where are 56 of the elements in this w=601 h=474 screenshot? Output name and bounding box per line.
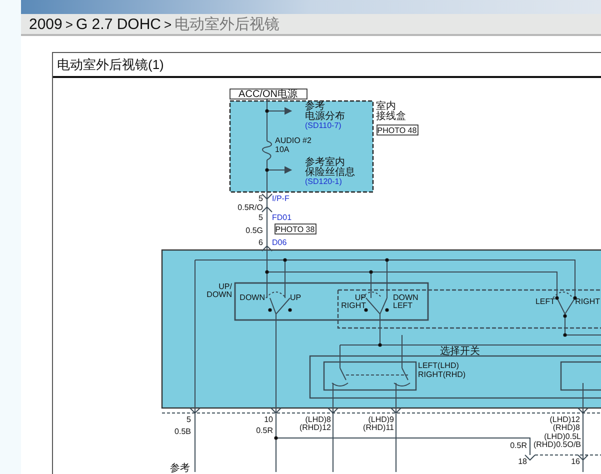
diagram-label: 电源分布 — [305, 111, 345, 122]
diagram-label: DOWN — [240, 293, 265, 302]
diagram-label: 参考 — [170, 463, 190, 474]
diagram-label: LEFT — [535, 297, 555, 306]
diagram-label: UP — [354, 293, 366, 302]
reference-link[interactable]: (SD110-7) — [305, 121, 342, 130]
diagram-label: (RHD)12 — [299, 423, 331, 432]
diagram-label: LEFT(LHD) — [418, 361, 459, 370]
diagram-label: 5 — [186, 415, 191, 424]
reference-link[interactable]: I/P-F — [272, 194, 290, 203]
diagram-label: (LHD)8 — [305, 415, 331, 424]
diagram-label: 16 — [571, 457, 580, 466]
diagram-label: 0.5G — [246, 226, 263, 235]
panel-title: 电动室外后视镜(1) — [53, 53, 601, 78]
diagram-label: 10A — [275, 145, 290, 154]
diagram-label: RIGHT — [341, 301, 366, 310]
diagram-label: 5 — [258, 213, 263, 222]
breadcrumb-item[interactable]: G 2.7 DOHC — [76, 16, 161, 32]
diagram-label: RIGHT — [575, 297, 600, 306]
diagram-label: 接线盒 — [376, 111, 406, 122]
label-box: PHOTO 48 — [376, 124, 418, 136]
diagram-label: DOWN — [393, 293, 418, 302]
diagram-label: LEFT — [393, 301, 413, 310]
label-box: PHOTO 38 — [274, 224, 316, 234]
reference-link[interactable]: FD01 — [272, 213, 292, 222]
reference-link[interactable]: D06 — [272, 238, 287, 247]
diagram-label: UP — [290, 293, 302, 302]
diagram-label: 0.5B — [174, 427, 191, 436]
diagram-label: 5 — [258, 194, 263, 203]
diagram-label: 10 — [264, 415, 273, 424]
breadcrumb-item[interactable]: 2009 — [29, 16, 62, 32]
diagram-label: (LHD)12 — [550, 415, 580, 424]
diagram-label: 6 — [258, 238, 263, 247]
label-box: ACC/ON电源 — [230, 88, 308, 100]
diagram-label: 0.5R — [510, 441, 527, 450]
diagram-label: (LHD)0.5L — [544, 432, 581, 441]
diagram-label: 选择开关 — [440, 346, 480, 357]
diagram-label: 保险丝信息 — [305, 167, 355, 178]
diagram-label: 0.5R — [256, 426, 273, 435]
diagram-label: (LHD)9 — [368, 415, 394, 424]
diagram-label: DOWN — [206, 290, 232, 299]
diagram-label: (RHD)8 — [552, 423, 580, 432]
breadcrumb-item: 电动室外后视镜 — [174, 16, 280, 32]
diagram-label: 参考 — [305, 101, 325, 112]
diagram-label: RIGHT(RHD) — [418, 370, 466, 379]
diagram-label: (RHD)0.5O/B — [533, 440, 581, 449]
diagram-label: AUDIO #2 — [275, 136, 312, 145]
reference-link[interactable]: (SD120-1) — [305, 177, 342, 186]
diagram-label: (RHD)11 — [363, 423, 394, 432]
diagram-label: 0.5R/O — [238, 203, 263, 212]
diagram-label: UP/ — [218, 282, 232, 291]
breadcrumb-separator: > — [65, 18, 73, 31]
breadcrumb-separator: > — [164, 18, 172, 31]
diagram-label: 18 — [518, 457, 527, 466]
diagram-label: 参考室内 — [305, 157, 345, 168]
diagram-label: 室内 — [376, 101, 396, 112]
